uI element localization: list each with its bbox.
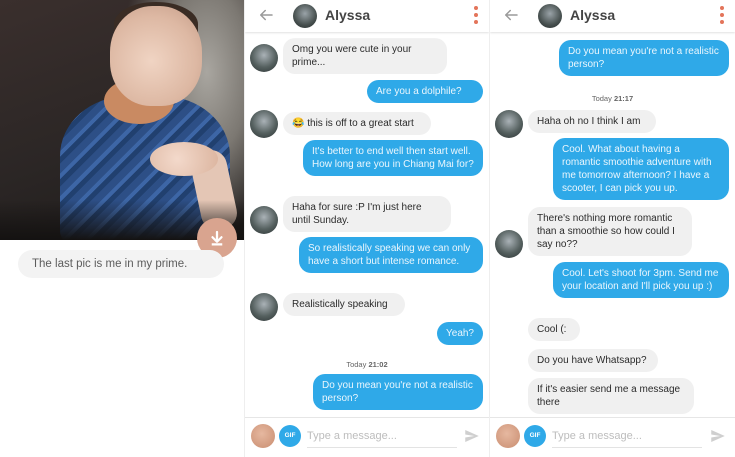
sender-avatar[interactable] bbox=[495, 230, 523, 258]
outgoing-message-bubble[interactable]: So realistically speaking we can only ha… bbox=[299, 237, 483, 273]
outgoing-message-bubble[interactable]: Do you mean you're not a realistic perso… bbox=[559, 40, 729, 76]
message-composer: GIF bbox=[245, 417, 489, 457]
gif-button[interactable]: GIF bbox=[279, 425, 301, 447]
kebab-menu-icon[interactable] bbox=[717, 4, 727, 26]
outgoing-message-bubble[interactable]: Do you mean you're not a realistic perso… bbox=[313, 374, 483, 410]
sender-avatar[interactable] bbox=[250, 293, 278, 321]
profile-photo-panel: The last pic is me in my prime. bbox=[0, 0, 244, 457]
message-thread[interactable]: Do you mean you're not a realistic perso… bbox=[490, 0, 735, 457]
input-underline bbox=[552, 447, 702, 448]
thread-fade bbox=[490, 32, 735, 40]
outgoing-message-bubble[interactable]: Cool. Let's shoot for 3pm. Send me your … bbox=[553, 262, 729, 298]
contact-avatar[interactable] bbox=[293, 4, 317, 28]
incoming-message-bubble[interactable]: Haha for sure :P I'm just here until Sun… bbox=[283, 196, 451, 232]
emoji-button[interactable] bbox=[251, 424, 275, 448]
emoji-button[interactable] bbox=[496, 424, 520, 448]
outgoing-message-bubble[interactable]: It's better to end well then start well.… bbox=[303, 140, 483, 176]
sender-avatar[interactable] bbox=[250, 110, 278, 138]
photo-child-head bbox=[110, 6, 202, 106]
chat-screen-1: Omg you were cute in your prime... Are yo… bbox=[244, 0, 489, 457]
sender-avatar[interactable] bbox=[250, 44, 278, 72]
incoming-message-bubble[interactable]: Omg you were cute in your prime... bbox=[283, 38, 447, 74]
timestamp-divider: Today 21:17 bbox=[490, 94, 735, 103]
timestamp-day: Today bbox=[346, 360, 369, 369]
chat-header: Alyssa bbox=[490, 0, 735, 32]
outgoing-message-bubble[interactable]: Are you a dolphile? bbox=[367, 80, 483, 103]
message-input[interactable] bbox=[552, 427, 692, 445]
contact-name[interactable]: Alyssa bbox=[570, 7, 615, 23]
incoming-message-bubble[interactable]: Realistically speaking bbox=[283, 293, 405, 316]
incoming-message-bubble[interactable]: Do you have Whatsapp? bbox=[528, 349, 658, 372]
incoming-message-bubble[interactable]: Haha oh no I think I am bbox=[528, 110, 656, 133]
sender-avatar[interactable] bbox=[495, 110, 523, 138]
input-underline bbox=[307, 447, 457, 448]
back-arrow-icon[interactable] bbox=[257, 6, 275, 24]
kebab-menu-icon[interactable] bbox=[471, 4, 481, 26]
photo-child-hands bbox=[150, 142, 218, 176]
photo-caption: The last pic is me in my prime. bbox=[18, 250, 224, 278]
incoming-message-bubble[interactable]: If it's easier send me a message there bbox=[528, 378, 694, 414]
incoming-message-bubble[interactable]: There's nothing more romantic than a smo… bbox=[528, 207, 692, 256]
incoming-message-bubble[interactable]: Cool (: bbox=[528, 318, 580, 341]
contact-name[interactable]: Alyssa bbox=[325, 7, 370, 23]
message-thread[interactable]: Omg you were cute in your prime... Are yo… bbox=[245, 0, 489, 457]
timestamp-day: Today bbox=[591, 94, 614, 103]
chat-header: Alyssa bbox=[245, 0, 489, 32]
message-input[interactable] bbox=[307, 427, 447, 445]
timestamp-time: 21:17 bbox=[613, 94, 634, 103]
thread-fade bbox=[245, 32, 489, 40]
profile-photo[interactable] bbox=[0, 0, 244, 240]
back-arrow-icon[interactable] bbox=[502, 6, 520, 24]
timestamp-divider: Today 21:02 bbox=[245, 360, 489, 369]
sender-avatar[interactable] bbox=[250, 206, 278, 234]
timestamp-time: 21:02 bbox=[368, 360, 388, 369]
gif-button[interactable]: GIF bbox=[524, 425, 546, 447]
contact-avatar[interactable] bbox=[538, 4, 562, 28]
chat-screen-2: Do you mean you're not a realistic perso… bbox=[489, 0, 735, 457]
send-icon[interactable] bbox=[463, 427, 481, 445]
send-icon[interactable] bbox=[709, 427, 727, 445]
incoming-message-bubble[interactable]: 😂 this is off to a great start bbox=[283, 112, 431, 135]
outgoing-message-bubble[interactable]: Cool. What about having a romantic smoot… bbox=[553, 138, 729, 200]
outgoing-message-bubble[interactable]: Yeah? bbox=[437, 322, 483, 345]
message-composer: GIF bbox=[490, 417, 735, 457]
